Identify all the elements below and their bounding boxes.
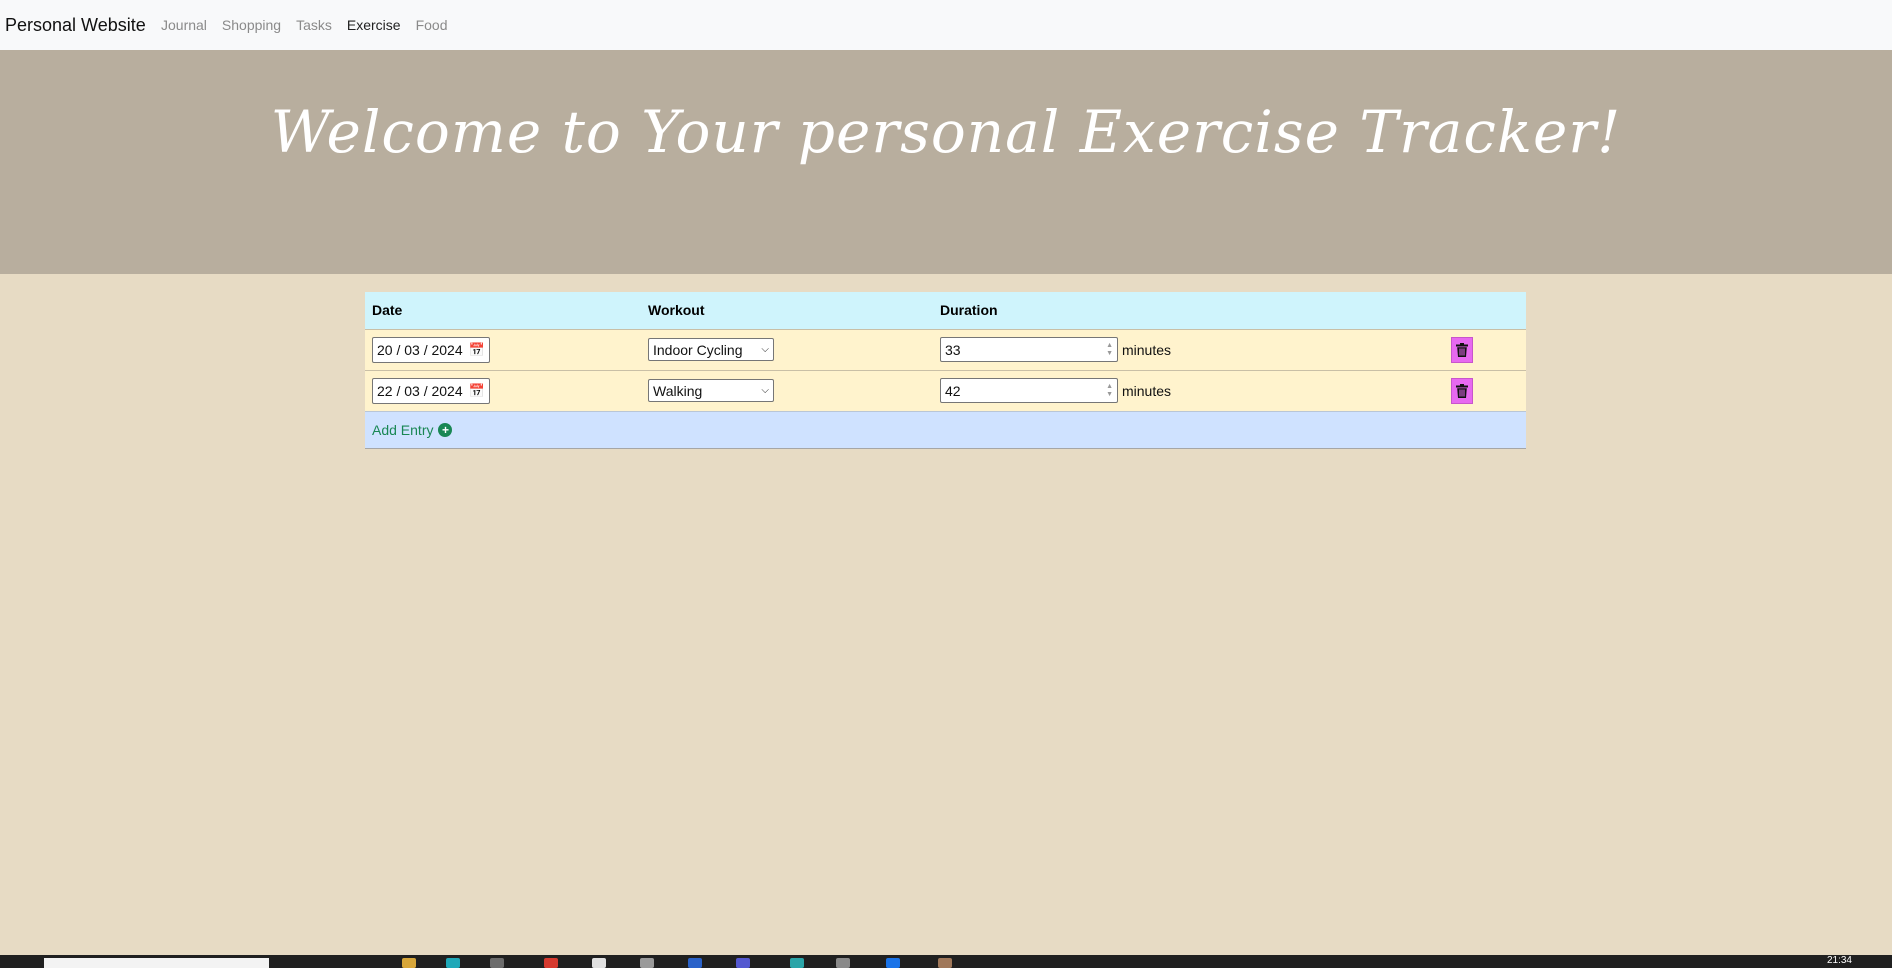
plus-circle-icon: + [438, 422, 453, 437]
spinner-icon[interactable]: ▲ ▼ [1106, 383, 1113, 399]
hero-banner: Welcome to Your personal Exercise Tracke… [0, 50, 1892, 274]
folder-icon[interactable] [402, 958, 416, 968]
taskbar-clock[interactable]: 21:34 [1827, 955, 1852, 966]
header-date: Date [372, 302, 403, 319]
delete-button[interactable] [1451, 336, 1473, 363]
nav-link-tasks[interactable]: Tasks [296, 17, 332, 33]
duration-input[interactable]: 33 ▲ ▼ [940, 337, 1118, 362]
duration-value: 42 [945, 382, 961, 399]
trash-icon [1456, 342, 1468, 357]
workout-value: Indoor Cycling [653, 341, 743, 358]
app-icon[interactable] [836, 958, 850, 968]
chevron-down-icon: ⌵ [761, 385, 769, 396]
workout-value: Walking [653, 382, 703, 399]
app-icon[interactable] [736, 958, 750, 968]
workout-select[interactable]: Indoor Cycling ⌵ [648, 338, 774, 361]
nav-links: Journal Shopping Tasks Exercise Food [161, 17, 448, 33]
taskbar: 21:34 [0, 955, 1892, 968]
app-icon[interactable] [544, 958, 558, 968]
date-value: 22 / 03 / 2024 [377, 382, 463, 399]
navbar: Personal Website Journal Shopping Tasks … [0, 0, 1892, 50]
table-row: 20 / 03 / 2024 📅 Indoor Cycling ⌵ 33 ▲ ▼ … [365, 329, 1526, 370]
calendar-icon[interactable]: 📅 [469, 342, 485, 358]
app-icon[interactable] [790, 958, 804, 968]
duration-unit: minutes [1122, 341, 1172, 358]
trash-icon [1456, 383, 1468, 398]
delete-button[interactable] [1451, 377, 1473, 404]
header-workout: Workout [648, 302, 705, 319]
nav-link-exercise[interactable]: Exercise [347, 17, 401, 33]
calendar-icon[interactable]: 📅 [469, 383, 485, 399]
spinner-icon[interactable]: ▲ ▼ [1106, 342, 1113, 358]
add-entry-row: Add Entry + [365, 411, 1526, 448]
active-app-icon[interactable] [490, 958, 504, 968]
date-input[interactable]: 22 / 03 / 2024 📅 [372, 377, 490, 404]
header-duration: Duration [940, 302, 998, 319]
exercise-table: Date Workout Duration 20 / 03 / 2024 📅 I… [365, 292, 1526, 449]
app-icon[interactable] [640, 958, 654, 968]
date-value: 20 / 03 / 2024 [377, 341, 463, 358]
table-header-row: Date Workout Duration [365, 292, 1526, 329]
workout-select[interactable]: Walking ⌵ [648, 379, 774, 402]
taskbar-search[interactable] [44, 958, 269, 968]
add-entry-button[interactable]: Add Entry + [372, 421, 453, 438]
nav-link-food[interactable]: Food [416, 17, 448, 33]
brand-link[interactable]: Personal Website [5, 15, 146, 36]
date-input[interactable]: 20 / 03 / 2024 📅 [372, 336, 490, 363]
header-actions [1444, 292, 1526, 329]
app-icon[interactable] [446, 958, 460, 968]
app-icon[interactable] [592, 958, 606, 968]
chevron-down-icon: ⌵ [761, 344, 769, 355]
app-icon[interactable] [688, 958, 702, 968]
table-row: 22 / 03 / 2024 📅 Walking ⌵ 42 ▲ ▼ minutes [365, 370, 1526, 411]
nav-link-shopping[interactable]: Shopping [222, 17, 281, 33]
duration-input[interactable]: 42 ▲ ▼ [940, 378, 1118, 403]
duration-value: 33 [945, 341, 961, 358]
app-icon[interactable] [886, 958, 900, 968]
app-icon[interactable] [938, 958, 952, 968]
hero-title: Welcome to Your personal Exercise Tracke… [270, 98, 1622, 166]
add-entry-label: Add Entry [372, 421, 434, 438]
duration-unit: minutes [1122, 382, 1172, 399]
nav-link-journal[interactable]: Journal [161, 17, 207, 33]
